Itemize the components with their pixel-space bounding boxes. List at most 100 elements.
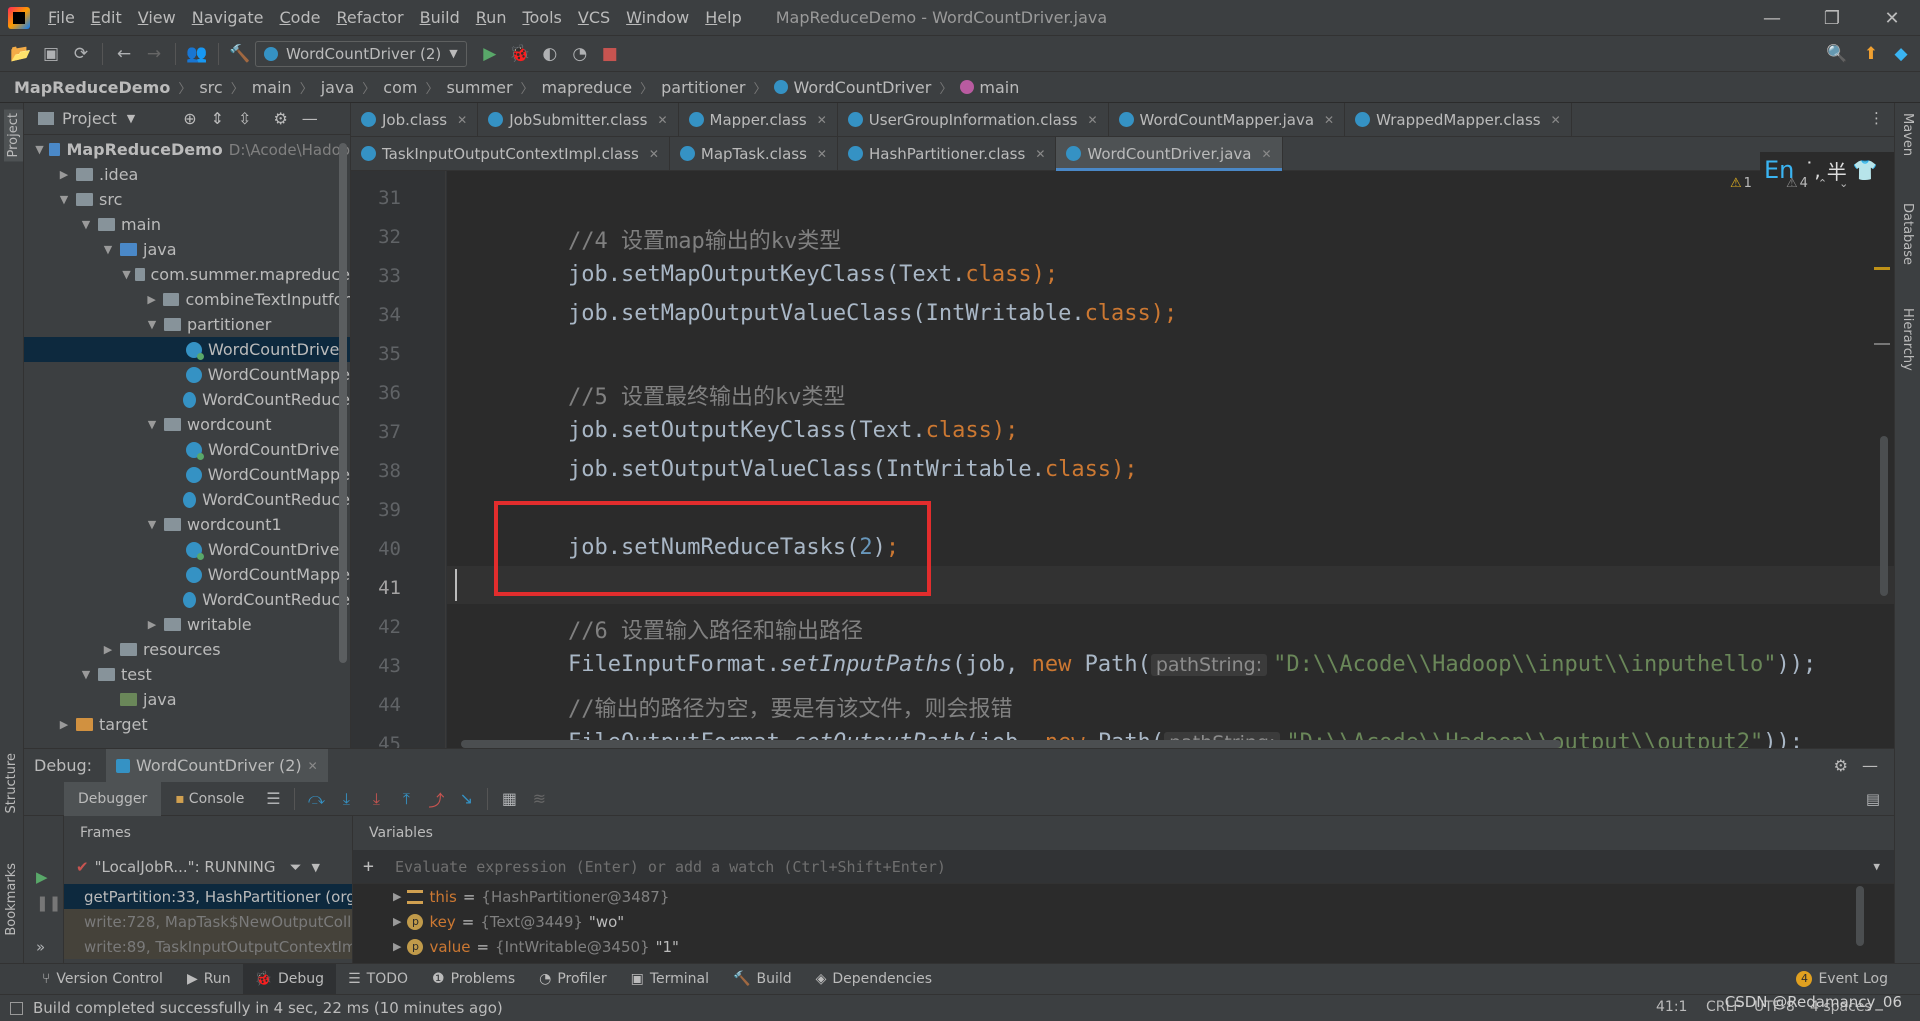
expand-arrow-icon[interactable]: ▶: [393, 890, 401, 903]
breadcrumb-java[interactable]: java: [321, 78, 355, 97]
tab-usergroupinformation-class[interactable]: UserGroupInformation.class ✕: [838, 102, 1109, 137]
chevron-down-icon[interactable]: ▼: [100, 243, 116, 256]
tree-item[interactable]: ▶ writable: [24, 612, 350, 637]
expand-arrow-icon[interactable]: ▶: [393, 940, 401, 953]
tab-job-class[interactable]: Job.class ✕: [351, 102, 479, 137]
menu-build[interactable]: Build: [412, 8, 468, 27]
tab-console[interactable]: ▪ Console: [161, 782, 258, 816]
caret-position[interactable]: 41:1: [1656, 999, 1687, 1015]
chevron-down-icon[interactable]: ▼: [144, 418, 160, 431]
tree-item[interactable]: ▶ combineTextInputfor: [24, 287, 350, 312]
tree-item[interactable]: WordCountReduce: [24, 487, 350, 512]
more-icon[interactable]: »: [36, 938, 45, 956]
evaluate-expression-input[interactable]: Evaluate expression (Enter) or add a wat…: [353, 850, 1894, 884]
close-window-button[interactable]: ✕: [1864, 0, 1920, 36]
minimize-button[interactable]: —: [1744, 0, 1800, 36]
todo-tool-button[interactable]: ☰ TODO: [336, 964, 420, 995]
gear-icon[interactable]: ⚙: [273, 109, 287, 128]
menu-refactor[interactable]: Refactor: [328, 8, 411, 27]
breadcrumb-method[interactable]: main: [979, 78, 1019, 97]
tree-item[interactable]: ▼ main: [24, 212, 350, 237]
chevron-down-icon[interactable]: ▼: [78, 218, 94, 231]
breadcrumb-mapreduce[interactable]: mapreduce: [542, 78, 633, 97]
sync-icon[interactable]: ⟳: [66, 39, 96, 69]
close-icon[interactable]: ✕: [1087, 113, 1097, 127]
variable-row[interactable]: ▶ p key = {Text@3449} "wo": [353, 909, 1894, 934]
locate-icon[interactable]: ⊕: [183, 109, 196, 128]
menu-code[interactable]: Code: [272, 8, 329, 27]
close-icon[interactable]: ✕: [457, 113, 467, 127]
evaluate-expression-icon[interactable]: ▦: [494, 784, 524, 814]
tab-jobsubmitter-class[interactable]: JobSubmitter.class ✕: [478, 102, 679, 137]
tree-item[interactable]: WordCountMappe: [24, 562, 350, 587]
chevron-right-icon[interactable]: ▶: [56, 168, 72, 181]
chevron-down-icon[interactable]: ▼: [144, 518, 160, 531]
tree-item[interactable]: ▶ resources: [24, 637, 350, 662]
horizontal-scrollbar[interactable]: [461, 740, 1561, 748]
forward-icon[interactable]: →: [139, 39, 169, 69]
tree-item[interactable]: ▼ wordcount1: [24, 512, 350, 537]
menu-run[interactable]: Run: [468, 8, 515, 27]
step-out-icon[interactable]: ⤴: [421, 784, 451, 814]
expand-all-icon[interactable]: ⇕: [211, 109, 224, 128]
chevron-right-icon[interactable]: ▶: [100, 643, 116, 656]
chevron-down-icon[interactable]: ▼: [34, 143, 45, 156]
pause-icon[interactable]: ❚❚: [36, 894, 61, 912]
run-to-cursor-icon[interactable]: ↘: [451, 784, 481, 814]
debug-session-tab[interactable]: WordCountDriver (2) ✕: [106, 748, 328, 783]
tab-debugger[interactable]: Debugger: [64, 781, 162, 816]
close-icon[interactable]: ✕: [1324, 113, 1334, 127]
step-into-icon[interactable]: ⤓: [361, 784, 391, 814]
layout-icon[interactable]: ☰: [258, 784, 288, 814]
tab-hashpartitioner-class[interactable]: HashPartitioner.class ✕: [838, 136, 1057, 171]
menu-help[interactable]: Help: [697, 8, 749, 27]
chevron-right-icon[interactable]: ▶: [144, 618, 160, 631]
chevron-down-icon[interactable]: ▼: [78, 668, 94, 681]
project-view-selector[interactable]: Project: [62, 109, 117, 128]
menu-view[interactable]: View: [130, 8, 184, 27]
expand-arrow-icon[interactable]: ▶: [393, 915, 401, 928]
tree-item[interactable]: ▼ java: [24, 237, 350, 262]
build-tool-button[interactable]: 🔨 Build: [721, 964, 804, 995]
maven-tool-button[interactable]: Maven: [1900, 113, 1915, 156]
event-log-tool-button[interactable]: 4 Event Log: [1784, 964, 1900, 995]
breadcrumb-main[interactable]: main: [252, 78, 292, 97]
chevron-down-icon[interactable]: ⌄: [1839, 177, 1848, 190]
search-everywhere-icon[interactable]: 🔍: [1822, 39, 1852, 69]
problems-tool-button[interactable]: ❶ Problems: [420, 964, 527, 995]
tab-wordcountmapper-java[interactable]: WordCountMapper.java ✕: [1109, 102, 1346, 137]
tree-item[interactable]: WordCountMappe: [24, 462, 350, 487]
structure-tool-button[interactable]: Structure: [4, 753, 19, 813]
add-watch-icon[interactable]: +: [363, 856, 374, 877]
close-icon[interactable]: ✕: [657, 113, 667, 127]
hide-icon[interactable]: —: [302, 109, 318, 128]
tree-item[interactable]: WordCountDriver: [24, 537, 350, 562]
force-step-into-icon[interactable]: ⤒: [391, 784, 421, 814]
inspection-widget[interactable]: ⚠ 1 ⚠ 4 ⌃ ⌄: [1730, 176, 1848, 191]
tree-item[interactable]: ▼ src: [24, 187, 350, 212]
trace-icon[interactable]: ≋: [524, 784, 554, 814]
hide-icon[interactable]: —: [1862, 756, 1878, 775]
layout-settings-icon[interactable]: ▤: [1866, 790, 1880, 808]
debug-icon[interactable]: 🐞: [505, 39, 535, 69]
chevron-right-icon[interactable]: ▶: [144, 293, 159, 306]
tree-item[interactable]: WordCountDriver: [24, 437, 350, 462]
profile-icon[interactable]: ◔: [565, 39, 595, 69]
tree-scrollbar[interactable]: [339, 143, 347, 663]
profiler-tool-button[interactable]: ◔ Profiler: [527, 964, 619, 995]
chevron-down-icon[interactable]: ▼: [312, 861, 320, 874]
toolbox-icon[interactable]: ◆: [1886, 39, 1916, 69]
tab-maptask-class[interactable]: MapTask.class ✕: [670, 136, 838, 171]
version-control-tool-button[interactable]: ⑂ Version Control: [30, 964, 175, 995]
close-icon[interactable]: ✕: [1035, 147, 1045, 161]
status-panel-icon[interactable]: [10, 1001, 23, 1015]
run-config-selector[interactable]: WordCountDriver (2) ▼: [255, 40, 467, 67]
stack-frame[interactable]: write:89, TaskInputOutputContextImp: [64, 934, 352, 959]
menu-vcs[interactable]: VCS: [570, 8, 618, 27]
menu-window[interactable]: Window: [618, 8, 697, 27]
close-icon[interactable]: ✕: [1551, 113, 1561, 127]
close-icon[interactable]: ✕: [817, 113, 827, 127]
menu-file[interactable]: File: [40, 8, 83, 27]
chevron-down-icon[interactable]: ▼: [1873, 860, 1880, 873]
tab-mapper-class[interactable]: Mapper.class ✕: [679, 102, 838, 137]
